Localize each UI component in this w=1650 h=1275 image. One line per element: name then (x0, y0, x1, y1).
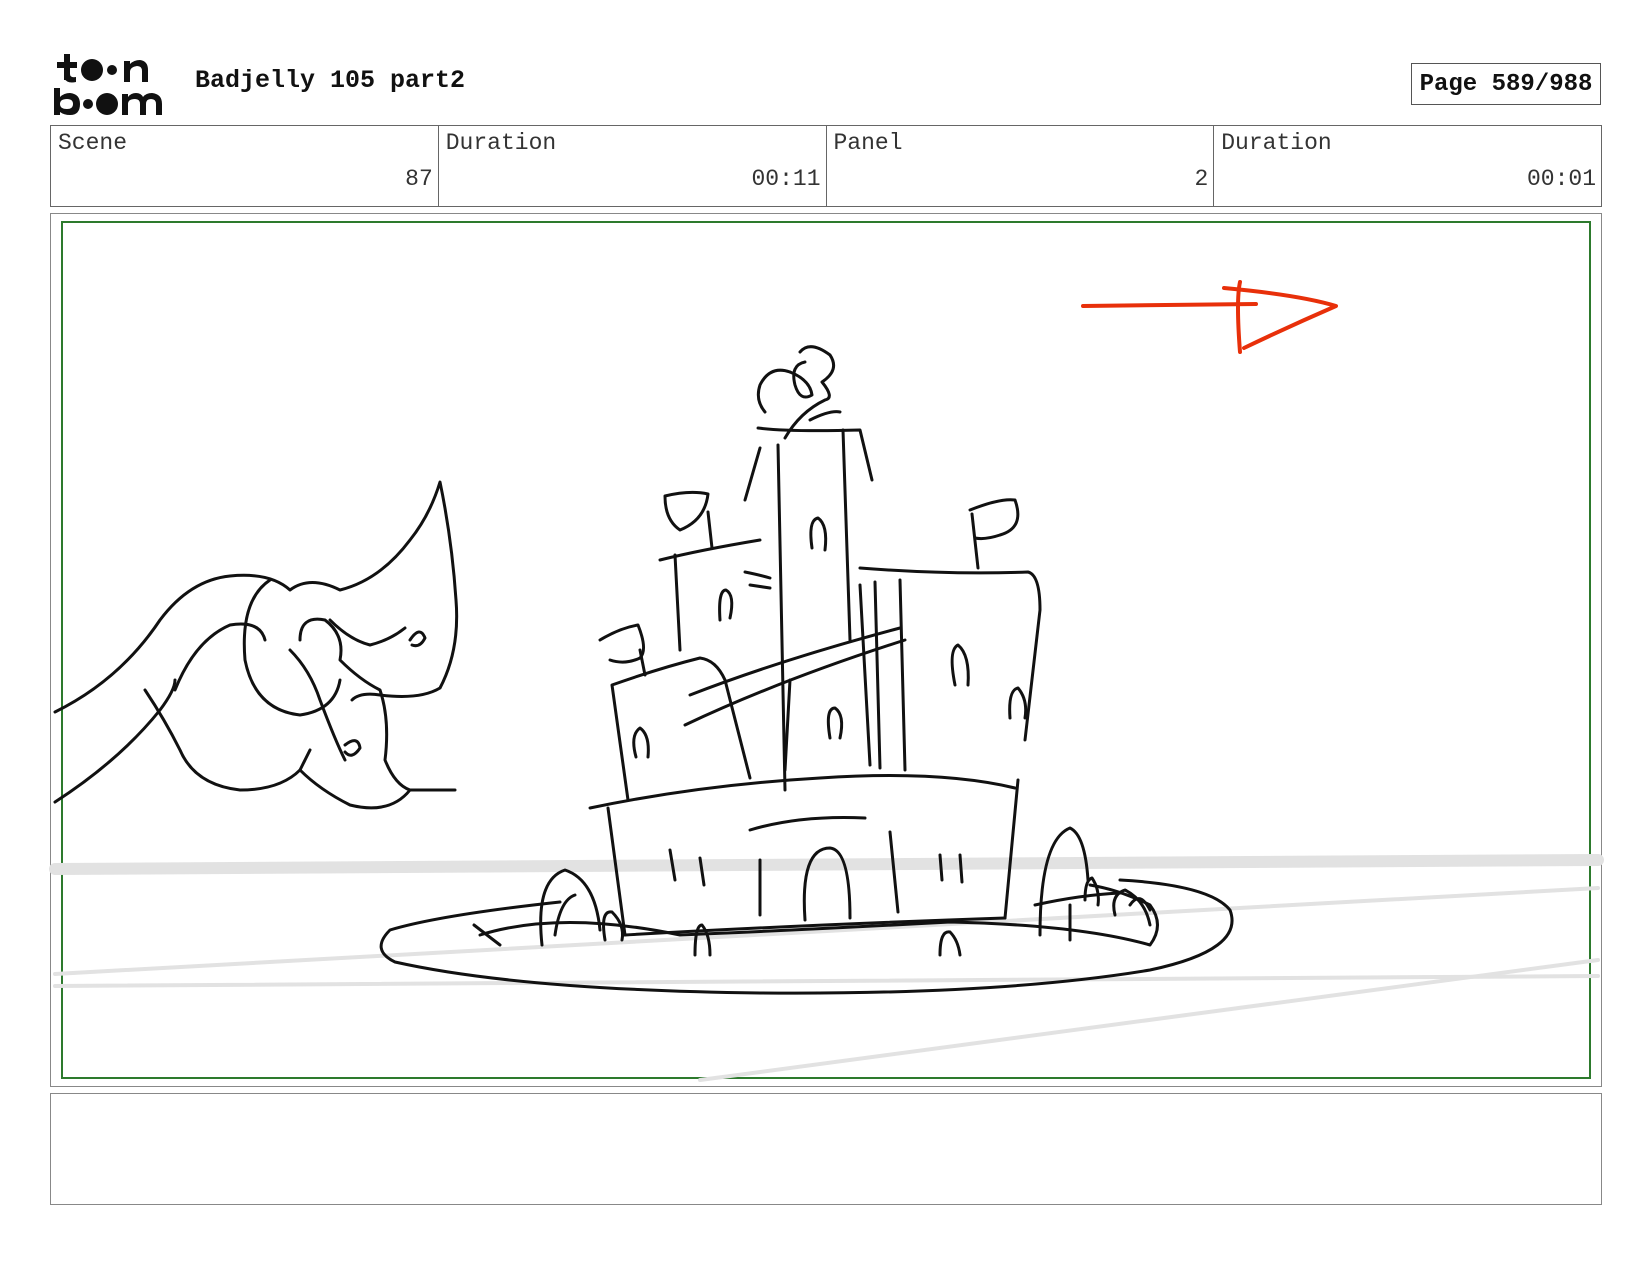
panel-notes-box (50, 1093, 1602, 1205)
castle-island-sketch (379, 345, 1234, 995)
storyboard-sketch (49, 280, 1604, 1082)
perspective-guides (49, 854, 1604, 1082)
camera-direction-arrow (1081, 280, 1338, 354)
octopus-sketch (53, 480, 459, 810)
